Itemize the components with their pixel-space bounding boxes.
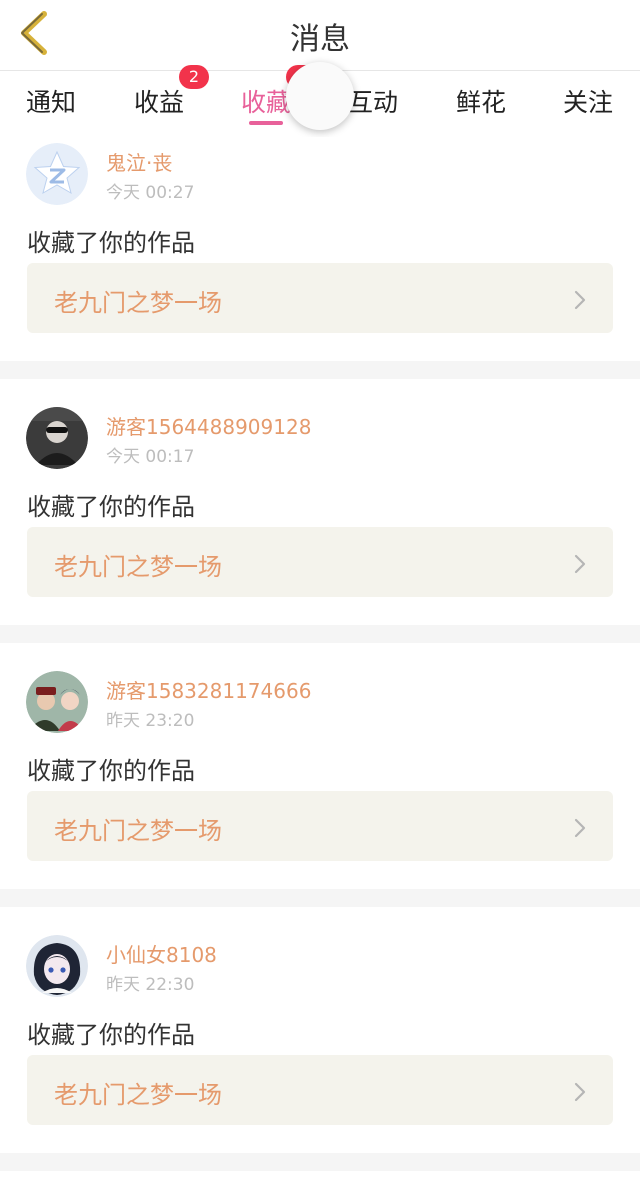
work-title: 老九门之梦一场 (54, 817, 222, 845)
tab-follows[interactable]: 关注 (563, 83, 613, 119)
tab-earnings[interactable]: 收益 (134, 83, 184, 119)
action-text: 收藏了你的作品 (27, 229, 195, 257)
avatar[interactable] (26, 407, 88, 469)
earnings-badge: 2 (179, 65, 209, 89)
avatar[interactable] (26, 143, 88, 205)
work-title: 老九门之梦一场 (54, 1081, 222, 1109)
divider (0, 361, 640, 379)
user-name[interactable]: 小仙女8108 (106, 939, 217, 968)
tab-interactions[interactable]: 互动 (348, 83, 398, 119)
message-time: 今天 00:27 (106, 183, 195, 203)
chevron-right-icon (574, 818, 586, 838)
user-name[interactable]: 游客1583281174666 (106, 675, 311, 704)
chevron-right-icon (574, 290, 586, 310)
message-time: 今天 00:17 (106, 447, 195, 467)
divider (0, 625, 640, 643)
work-title: 老九门之梦一场 (54, 553, 222, 581)
active-tab-indicator (249, 121, 283, 125)
message-time: 昨天 23:20 (106, 711, 195, 731)
action-text: 收藏了你的作品 (27, 1021, 195, 1049)
chevron-right-icon (574, 1082, 586, 1102)
header-bar: 消息 (0, 0, 640, 71)
user-photo-icon (26, 407, 88, 469)
page-title: 消息 (290, 22, 350, 57)
message-card: 游客1583281174666 昨天 23:20 收藏了你的作品 老九门之梦一场 (0, 665, 640, 911)
user-name[interactable]: 鬼泣·丧 (106, 147, 172, 176)
work-link[interactable]: 老九门之梦一场 (27, 1055, 613, 1125)
divider (0, 1153, 640, 1171)
action-text: 收藏了你的作品 (27, 757, 195, 785)
message-card: 小仙女8108 昨天 22:30 收藏了你的作品 老九门之梦一场 (0, 929, 640, 1175)
message-card: 鬼泣·丧 今天 00:27 收藏了你的作品 老九门之梦一场 (0, 137, 640, 383)
message-card: 游客1564488909128 今天 00:17 收藏了你的作品 老九门之梦一场 (0, 401, 640, 647)
anime-avatar-icon (26, 935, 88, 997)
action-text: 收藏了你的作品 (27, 493, 195, 521)
work-link[interactable]: 老九门之梦一场 (27, 263, 613, 333)
tab-notifications[interactable]: 通知 (26, 83, 76, 119)
work-link[interactable]: 老九门之梦一场 (27, 791, 613, 861)
tab-flowers[interactable]: 鲜花 (456, 83, 506, 119)
tab-favorites[interactable]: 收藏 (241, 83, 291, 119)
avatar[interactable] (26, 671, 88, 733)
chevron-right-icon (574, 554, 586, 574)
floating-assistive-button[interactable] (286, 62, 354, 130)
avatar[interactable] (26, 935, 88, 997)
work-link[interactable]: 老九门之梦一场 (27, 527, 613, 597)
message-time: 昨天 22:30 (106, 975, 195, 995)
user-name[interactable]: 游客1564488909128 (106, 411, 311, 440)
qzone-star-icon (26, 143, 88, 205)
divider (0, 889, 640, 907)
work-title: 老九门之梦一场 (54, 289, 222, 317)
user-photo-icon (26, 671, 88, 733)
